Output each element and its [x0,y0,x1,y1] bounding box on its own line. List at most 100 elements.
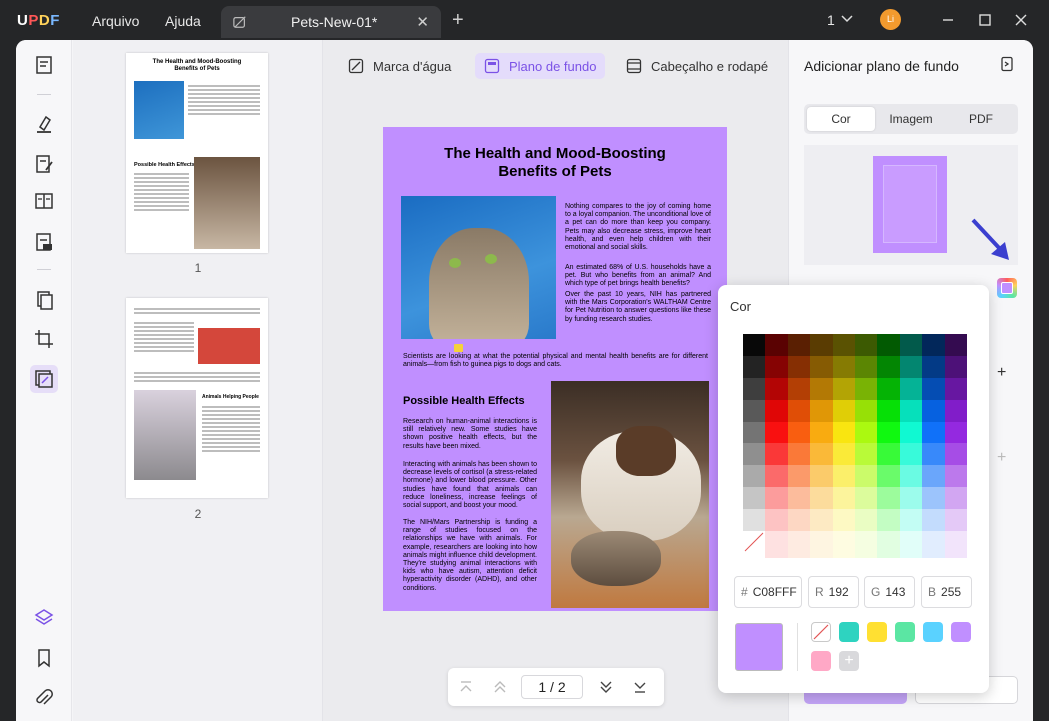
palette-color-cell[interactable] [787,531,811,558]
palette-color-cell[interactable] [922,399,945,422]
palette-color-cell[interactable] [832,531,855,558]
bookmark-tool[interactable] [30,644,58,672]
green-field[interactable]: G 143 [864,576,915,608]
palette-color-cell[interactable] [854,399,878,422]
palette-color-cell[interactable] [899,509,923,531]
palette-color-cell[interactable] [922,531,945,558]
palette-color-cell[interactable] [899,355,923,378]
palette-color-cell[interactable] [743,399,766,422]
palette-color-cell[interactable] [877,355,900,378]
palette-color-cell[interactable] [922,509,945,531]
recent-color-swatch[interactable] [923,622,943,642]
palette-color-cell[interactable] [899,465,923,488]
color-picker-button[interactable] [997,278,1017,298]
palette-color-cell[interactable] [743,465,766,488]
add-custom-color-button[interactable]: + [839,651,859,671]
hex-field[interactable]: # C08FFF [734,576,802,608]
palette-color-cell[interactable] [832,421,855,444]
palette-color-cell[interactable] [854,421,878,444]
recent-color-swatch[interactable] [867,622,887,642]
no-color-swatch[interactable] [811,622,831,642]
palette-color-cell[interactable] [899,399,923,422]
palette-color-cell[interactable] [810,355,833,378]
palette-color-cell[interactable] [854,509,878,531]
palette-color-cell[interactable] [854,355,878,378]
tab-close-icon[interactable]: ✕ [416,13,429,31]
page-tools[interactable] [30,365,58,393]
palette-color-cell[interactable] [922,465,945,488]
minimize-icon[interactable] [938,10,958,30]
next-page-icon[interactable] [598,679,614,695]
palette-color-cell[interactable] [787,443,811,466]
palette-color-cell[interactable] [944,334,967,356]
recent-color-swatch[interactable] [839,622,859,642]
palette-color-cell[interactable] [877,487,900,510]
palette-color-cell[interactable] [810,509,833,531]
palette-color-cell[interactable] [832,465,855,488]
maximize-icon[interactable] [975,10,995,30]
avatar[interactable]: Li [880,9,901,30]
page-thumbnail-2[interactable]: Animals Helping People [126,298,268,498]
blue-field[interactable]: B 255 [921,576,972,608]
palette-color-cell[interactable] [787,377,811,400]
palette-color-cell[interactable] [810,377,833,400]
palette-color-cell[interactable] [765,443,788,466]
palette-color-cell[interactable] [810,487,833,510]
page-thumbnail-1[interactable]: The Health and Mood-Boosting Benefits of… [126,53,268,253]
palette-color-cell[interactable] [944,377,967,400]
recent-color-swatch[interactable] [951,622,971,642]
exit-panel-icon[interactable] [999,56,1015,72]
palette-color-cell[interactable] [765,531,788,558]
palette-color-cell[interactable] [877,334,900,356]
palette-color-cell[interactable] [810,465,833,488]
palette-color-cell[interactable] [810,421,833,444]
palette-color-cell[interactable] [899,487,923,510]
palette-color-cell[interactable] [832,377,855,400]
palette-color-cell[interactable] [810,399,833,422]
add-icon[interactable]: + [997,449,1006,467]
palette-color-cell[interactable] [810,334,833,356]
palette-color-cell[interactable] [899,443,923,466]
palette-color-cell[interactable] [854,465,878,488]
palette-color-cell[interactable] [743,334,766,356]
palette-color-cell[interactable] [944,443,967,466]
palette-color-cell[interactable] [787,399,811,422]
palette-color-cell[interactable] [787,334,811,356]
palette-color-cell[interactable] [899,377,923,400]
palette-color-cell[interactable] [832,487,855,510]
palette-color-cell[interactable] [922,377,945,400]
palette-color-cell[interactable] [854,487,878,510]
palette-color-cell[interactable] [787,509,811,531]
palette-color-cell[interactable] [832,334,855,356]
window-count[interactable]: 1 [827,12,835,28]
tab-watermark[interactable]: Marca d'água [339,53,460,79]
recent-color-swatch[interactable] [811,651,831,671]
palette-color-cell[interactable] [765,377,788,400]
palette-color-cell[interactable] [787,421,811,444]
segment-pdf[interactable]: PDF [947,107,1015,131]
chevron-down-icon[interactable] [841,14,853,24]
palette-color-cell[interactable] [832,509,855,531]
palette-color-cell[interactable] [944,421,967,444]
palette-color-cell[interactable] [922,355,945,378]
palette-color-cell[interactable] [832,443,855,466]
attachment-tool[interactable] [30,684,58,712]
palette-color-cell[interactable] [877,531,900,558]
palette-color-cell[interactable] [877,465,900,488]
red-field[interactable]: R 192 [808,576,859,608]
segment-image[interactable]: Imagem [877,107,945,131]
new-tab-button[interactable]: + [452,9,464,32]
palette-color-cell[interactable] [877,421,900,444]
palette-color-cell[interactable] [832,399,855,422]
recent-color-swatch[interactable] [895,622,915,642]
comment-note-icon[interactable] [454,344,463,352]
palette-color-cell[interactable] [787,487,811,510]
palette-color-cell[interactable] [810,531,833,558]
menu-ajuda[interactable]: Ajuda [165,13,201,29]
palette-color-cell[interactable] [944,399,967,422]
palette-color-cell[interactable] [922,334,945,356]
previous-page-icon[interactable] [492,679,508,695]
palette-color-cell[interactable] [765,334,788,356]
palette-color-cell[interactable] [743,443,766,466]
palette-color-cell[interactable] [765,487,788,510]
